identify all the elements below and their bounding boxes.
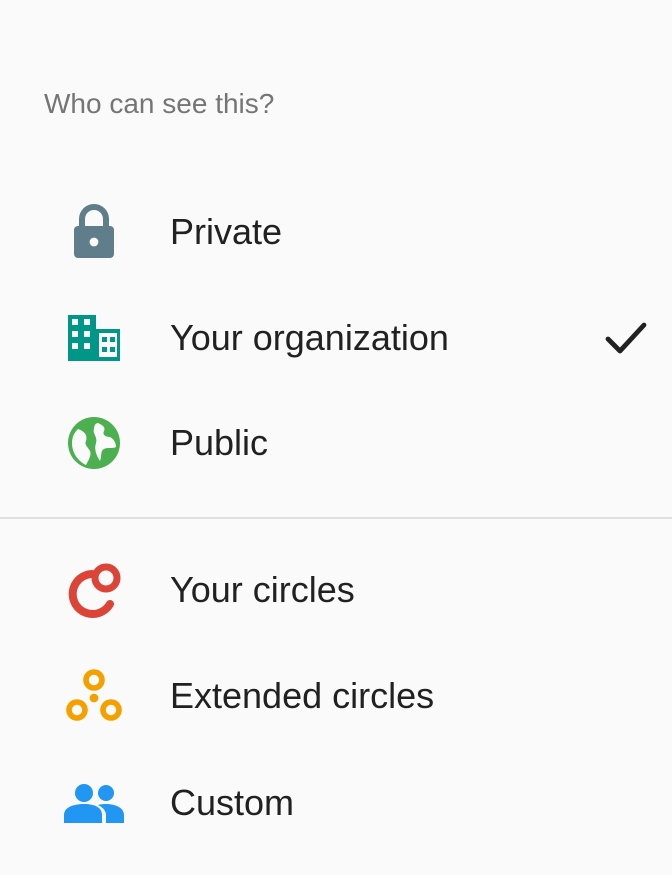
menu-item-private[interactable]: Private xyxy=(0,182,672,282)
menu-item-label: Your organization xyxy=(170,317,449,358)
menu-item-label: Extended circles xyxy=(170,675,435,716)
menu-item-label: Public xyxy=(170,422,269,463)
visibility-menu: Who can see this? Private Your organizat… xyxy=(0,0,672,875)
globe-icon xyxy=(64,413,124,473)
people-icon xyxy=(64,773,124,833)
extended-circles-icon xyxy=(64,666,124,726)
menu-item-label: Private xyxy=(170,211,283,252)
circles-icon xyxy=(64,560,124,620)
menu-item-public[interactable]: Public xyxy=(0,393,672,493)
menu-item-extended-circles[interactable]: Extended circles xyxy=(0,646,672,746)
domain-icon xyxy=(64,308,124,368)
menu-item-label: Your circles xyxy=(170,569,355,610)
menu-item-label: Custom xyxy=(170,782,295,823)
menu-header: Who can see this? xyxy=(44,88,275,119)
menu-item-custom[interactable]: Custom xyxy=(0,753,672,853)
menu-item-your-organization[interactable]: Your organization xyxy=(0,288,672,388)
menu-item-your-circles[interactable]: Your circles xyxy=(0,540,672,640)
menu-divider xyxy=(0,517,672,519)
lock-icon xyxy=(64,202,124,262)
checkmark-icon xyxy=(598,310,654,366)
